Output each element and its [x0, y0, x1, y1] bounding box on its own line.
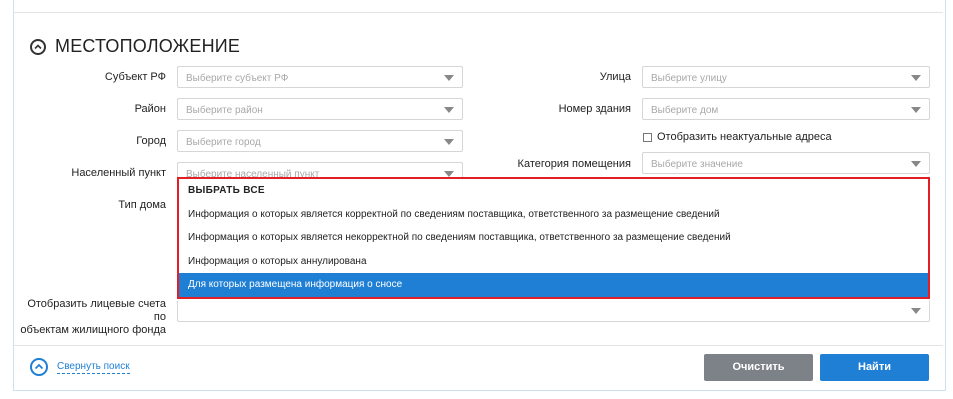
- district-label: Район: [134, 103, 166, 115]
- show-irrelevant-label: Отобразить неактуальные адреса: [657, 131, 832, 143]
- room-category-select[interactable]: Выберите значение: [642, 152, 930, 174]
- dropdown-option-selected[interactable]: Для которых размещена информация о сносе: [179, 273, 928, 297]
- subject-select[interactable]: Выберите субъект РФ: [177, 66, 463, 88]
- section-title: МЕСТОПОЛОЖЕНИЕ: [55, 36, 241, 56]
- city-placeholder: Выберите город: [186, 137, 261, 148]
- subject-label: Субъект РФ: [104, 71, 166, 83]
- city-select[interactable]: Выберите город: [177, 130, 463, 152]
- district-placeholder: Выберите район: [186, 105, 263, 116]
- subject-placeholder: Выберите субъект РФ: [186, 73, 289, 84]
- chevron-down-icon: [444, 139, 454, 145]
- dropdown-option[interactable]: Информация о которых является корректной…: [179, 203, 928, 227]
- room-category-placeholder: Выберите значение: [651, 159, 743, 170]
- chevron-up-circle-icon[interactable]: [30, 358, 48, 376]
- building-label: Номер здания: [558, 103, 631, 115]
- chevron-down-icon: [444, 107, 454, 113]
- house-type-dropdown[interactable]: ВЫБРАТЬ ВСЕ Информация о которых являетс…: [177, 177, 930, 299]
- show-irrelevant-checkbox-row[interactable]: Отобразить неактуальные адреса: [643, 131, 832, 143]
- collapse-search-link[interactable]: Свернуть поиск: [30, 358, 130, 376]
- show-irrelevant-checkbox[interactable]: [643, 132, 652, 142]
- building-select[interactable]: Выберите дом: [642, 98, 930, 120]
- show-accounts-label: Отобразить лицевые счета по объектам жил…: [20, 298, 166, 337]
- top-divider: [14, 12, 943, 13]
- chevron-up-circle-icon[interactable]: [30, 38, 46, 55]
- find-button[interactable]: Найти: [820, 354, 929, 381]
- collapse-search-label[interactable]: Свернуть поиск: [57, 361, 130, 374]
- section-header[interactable]: МЕСТОПОЛОЖЕНИЕ: [30, 36, 240, 57]
- show-accounts-label-line2: объектам жилищного фонда: [20, 324, 166, 336]
- dropdown-option[interactable]: Информация о которых является некорректн…: [179, 226, 928, 250]
- city-label: Город: [136, 135, 166, 147]
- building-placeholder: Выберите дом: [651, 105, 719, 116]
- bottom-divider: [14, 345, 943, 346]
- room-category-label: Категория помещения: [517, 158, 631, 170]
- street-select[interactable]: Выберите улицу: [642, 66, 930, 88]
- street-label: Улица: [599, 71, 631, 83]
- show-accounts-select[interactable]: [177, 300, 930, 322]
- street-placeholder: Выберите улицу: [651, 73, 727, 84]
- settlement-label: Населенный пункт: [71, 167, 166, 179]
- chevron-down-icon: [911, 75, 921, 81]
- chevron-down-icon: [911, 107, 921, 113]
- dropdown-option[interactable]: Информация о которых аннулирована: [179, 250, 928, 274]
- chevron-down-icon: [911, 308, 921, 314]
- chevron-down-icon: [444, 75, 454, 81]
- show-accounts-label-line1: Отобразить лицевые счета по: [27, 298, 166, 323]
- district-select[interactable]: Выберите район: [177, 98, 463, 120]
- clear-button[interactable]: Очистить: [704, 354, 813, 381]
- house-type-label: Тип дома: [118, 199, 166, 211]
- chevron-down-icon: [911, 161, 921, 167]
- dropdown-option-select-all[interactable]: ВЫБРАТЬ ВСЕ: [179, 179, 928, 203]
